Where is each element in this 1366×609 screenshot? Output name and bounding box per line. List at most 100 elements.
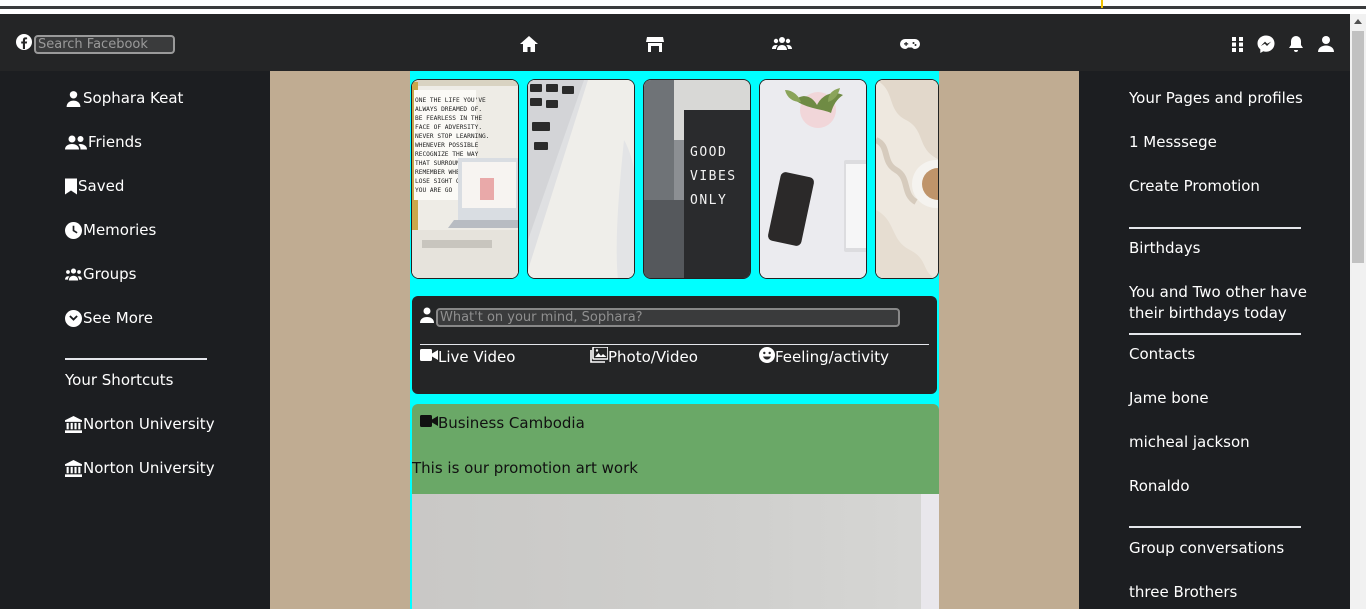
story-caption-line: ONLY [690,193,727,208]
pages-profiles-title[interactable]: Your Pages and profiles [1129,88,1303,109]
live-video-button[interactable]: Live Video [420,347,515,367]
sidebar-item-friends[interactable]: Friends [65,133,142,151]
shortcut-label: Norton University [83,459,215,477]
story-caption-line: YOU ARE GO [415,187,453,194]
sidebar-item-label: Saved [78,177,125,195]
right-divider [1129,526,1301,528]
story-caption-line: WHENEVER POSSIBLE [415,142,479,149]
contact-item[interactable]: Ronaldo [1129,476,1190,497]
menu-grid-icon[interactable] [1228,34,1248,54]
smiley-icon [759,347,775,367]
story-caption-line: BE FEARLESS IN THE [415,115,482,122]
story-good-vibes[interactable]: GOOD VIBES ONLY [643,79,751,279]
feed-post: Business Cambodia This is our promotion … [412,404,939,609]
story-caption-line: FACE OF ADVERSITY. [415,124,482,131]
shortcut-item-norton-university[interactable]: Norton University [65,459,215,477]
user-icon[interactable] [1316,34,1336,54]
friends-icon [65,134,87,151]
news-feed: ONE THE LIFE YOU'VE ALWAYS DREAMED OF. B… [410,71,939,609]
groups-icon [65,266,82,283]
sidebar-item-groups[interactable]: Groups [65,265,136,283]
sidebar-item-label: Friends [88,133,142,151]
feeling-activity-label: Feeling/activity [775,348,889,366]
messenger-icon[interactable] [1256,34,1276,54]
story-caption-line: GOOD [690,145,727,160]
story-caption-line: ONE THE LIFE YOU'VE [415,97,486,104]
story-good-vibes-image: GOOD VIBES ONLY [644,80,750,278]
story-quote-laptop[interactable]: ONE THE LIFE YOU'VE ALWAYS DREAMED OF. B… [411,79,519,279]
groups-icon[interactable] [772,34,792,54]
bell-icon[interactable] [1286,34,1306,54]
story-caption-line: LOSE SIGHT OF [415,178,464,185]
story-caption-line: THAT SURROUND [415,160,464,167]
video-camera-icon [420,347,438,367]
university-icon [65,459,82,477]
sidebar-item-label: Groups [83,265,137,283]
composer-divider [420,344,929,345]
post-author-name: Business Cambodia [438,414,585,432]
gaming-icon[interactable] [900,34,920,54]
top-navbar [0,14,1350,71]
shortcuts-title-label: Your Shortcuts [65,371,174,389]
post-text: This is our promotion art work [412,459,638,477]
sidebar-divider [65,358,207,360]
browser-top-bar [0,0,1366,14]
user-icon [65,90,82,107]
contact-item[interactable]: Jame bone [1129,388,1209,409]
shortcut-item-norton-university[interactable]: Norton University [65,415,215,433]
post-author[interactable]: Business Cambodia [420,414,585,432]
story-quote-laptop-image: ONE THE LIFE YOU'VE ALWAYS DREAMED OF. B… [412,80,518,278]
contacts-title: Contacts [1129,345,1196,363]
sidebar-item-see-more[interactable]: See More [65,309,153,327]
story-phone-plant[interactable] [759,79,867,279]
live-video-label: Live Video [438,348,516,366]
chevron-down-circle-icon [65,309,82,327]
right-sidebar: Your Pages and profiles 1 Messsege Creat… [1079,71,1350,609]
search-input[interactable] [34,35,175,54]
story-caption-line: NEVER STOP LEARNING. [415,133,490,140]
browser-marker [1101,0,1103,8]
contact-item[interactable]: micheal jackson [1129,432,1250,453]
shortcut-label: Norton University [83,415,215,433]
home-icon[interactable] [519,34,539,54]
university-icon [65,415,82,433]
marketplace-icon[interactable] [645,34,665,54]
shortcuts-title: Your Shortcuts [65,371,174,389]
birthdays-title: Birthdays [1129,239,1201,257]
story-coffee-blanket-image [876,80,938,278]
sidebar-item-memories[interactable]: Memories [65,221,156,239]
photo-icon [590,346,609,367]
sidebar-item-saved[interactable]: Saved [65,177,124,195]
bookmark-icon [65,178,77,195]
post-image-edge [921,494,939,609]
group-conversations-title: Group conversations [1129,539,1285,557]
page-scrollbar[interactable] [1350,14,1366,609]
left-sidebar: Sophara Keat Friends Saved Memories Grou… [0,71,270,609]
composer-input[interactable] [436,308,900,327]
story-laptop-keyboard-image [528,80,634,278]
story-laptop-keyboard[interactable] [527,79,635,279]
post-image[interactable] [412,494,939,609]
story-phone-plant-image [760,80,866,278]
post-header: Business Cambodia This is our promotion … [412,404,939,494]
clock-icon [65,221,82,239]
user-icon [420,307,434,323]
birthday-text[interactable]: You and Two other have their birthdays t… [1129,282,1319,324]
facebook-logo-icon[interactable] [16,34,32,50]
browser-top-line [0,6,1366,9]
story-coffee-blanket[interactable] [875,79,939,279]
scroll-up-arrow-icon[interactable] [1354,19,1362,24]
photo-video-button[interactable]: Photo/Video [590,346,698,367]
scrollbar-thumb[interactable] [1352,31,1364,263]
create-promotion-link[interactable]: Create Promotion [1129,176,1260,197]
sidebar-item-profile[interactable]: Sophara Keat [65,89,183,107]
photo-video-label: Photo/Video [608,348,698,366]
right-divider [1129,227,1301,229]
sidebar-item-label: Sophara Keat [83,89,184,107]
messages-link[interactable]: 1 Messsege [1129,132,1217,153]
feeling-activity-button[interactable]: Feeling/activity [759,347,889,367]
group-conversation-item[interactable]: three Brothers [1129,582,1237,603]
video-camera-icon [420,414,438,432]
sidebar-item-label: See More [83,309,153,327]
story-caption-line: REMEMBER WHE [415,169,460,176]
